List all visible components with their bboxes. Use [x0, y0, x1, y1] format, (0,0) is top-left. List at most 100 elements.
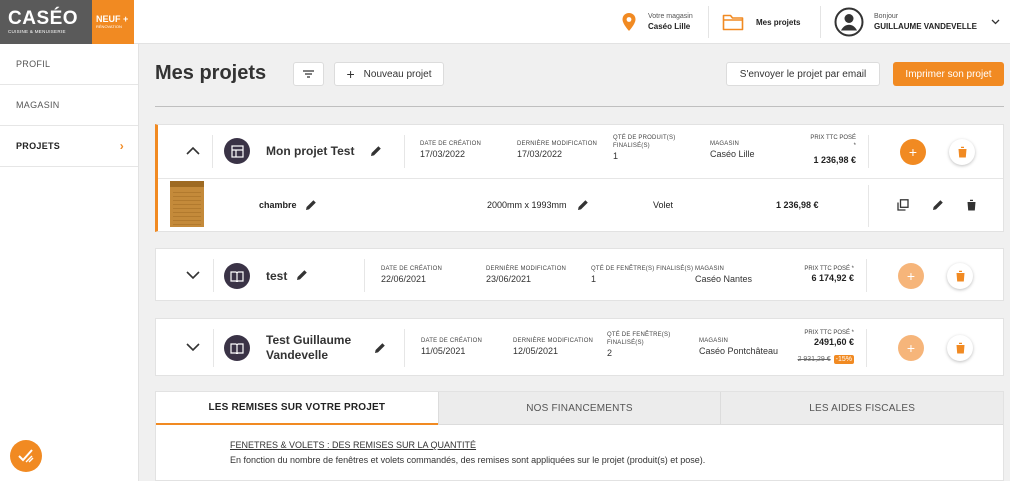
- divider: [866, 259, 867, 292]
- quantity-label: FINALISÉ(S): [613, 143, 650, 149]
- trash-icon: [955, 342, 965, 354]
- store-label: MAGASIN: [699, 338, 729, 344]
- store-label: MAGASIN: [710, 141, 740, 147]
- created-field: DATE DE CRÉATION 22/06/2021: [381, 265, 442, 285]
- product-thumbnail: [170, 181, 204, 227]
- my-projects-label: Mes projets: [756, 17, 801, 27]
- trash-icon: [957, 146, 967, 158]
- pencil-icon[interactable]: [374, 342, 386, 354]
- tab-content-text: En fonction du nombre de fenêtres et vol…: [230, 455, 706, 465]
- modified-field: DERNIÈRE MODIFICATION 23/06/2021: [486, 265, 566, 285]
- filter-button[interactable]: [293, 62, 324, 86]
- quantity-value: 1: [613, 151, 619, 161]
- folder-icon: [722, 14, 744, 31]
- tab-financements[interactable]: NOS FINANCEMENTS: [437, 392, 721, 425]
- project-type-badge: [224, 335, 250, 361]
- store-field: MAGASIN Caséo Lille: [710, 140, 755, 160]
- chevron-down-icon[interactable]: [186, 343, 200, 352]
- store-selector[interactable]: Votre magasin Caséo Lille: [622, 0, 693, 44]
- divider: [364, 259, 365, 292]
- chevron-down-icon[interactable]: [186, 271, 200, 280]
- sidebar-item-label: PROJETS: [16, 141, 61, 151]
- my-projects-link[interactable]: Mes projets: [722, 0, 800, 44]
- new-project-label: Nouveau projet: [363, 68, 432, 80]
- quantity-value: 1: [591, 274, 597, 284]
- price-value: 6 174,92 €: [811, 273, 854, 283]
- quantity-field: QTÉ DE FENÊTRE(S) FINALISÉ(S) 1: [591, 265, 693, 285]
- project-name: Test Guillaume Vandevelle: [266, 333, 351, 363]
- delete-project-button[interactable]: [947, 263, 973, 289]
- quantity-label: QTÉ DE FENÊTRE(S) FINALISÉ(S): [591, 266, 694, 272]
- quantity-label: QTÉ DE FENÊTRE(S): [607, 332, 671, 338]
- pencil-icon[interactable]: [296, 269, 308, 281]
- delete-project-button[interactable]: [947, 335, 973, 361]
- tab-content: FENETRES & VOLETS : DES REMISES SUR LA Q…: [156, 425, 1003, 465]
- book-icon: [230, 271, 244, 282]
- user-avatar-icon: [834, 7, 864, 37]
- price-value: 1 236,98 €: [813, 155, 856, 165]
- project-header-row: test DATE DE CRÉATION 22/06/2021 DERNIÈR…: [156, 249, 1003, 302]
- logo-badge: NEUF + RÉNOVATION: [92, 0, 134, 44]
- caseo-logo[interactable]: CASÉO CUISINE & MENUISERIE NEUF + RÉNOVA…: [0, 0, 134, 44]
- delete-project-button[interactable]: [949, 139, 975, 165]
- modified-value: 12/05/2021: [513, 346, 559, 356]
- product-type: Volet: [653, 200, 674, 210]
- sidebar: PROFIL MAGASIN PROJETS ›: [0, 44, 139, 481]
- project-card: test DATE DE CRÉATION 22/06/2021 DERNIÈR…: [155, 248, 1004, 301]
- tab-content-title: FENETRES & VOLETS : DES REMISES SUR LA Q…: [230, 440, 477, 450]
- new-project-button[interactable]: + Nouveau projet: [334, 62, 444, 86]
- modified-field: DERNIÈRE MODIFICATION 17/03/2022: [517, 140, 597, 160]
- sidebar-item-label: PROFIL: [16, 59, 51, 69]
- pencil-icon[interactable]: [577, 199, 589, 211]
- add-product-button[interactable]: +: [898, 263, 924, 289]
- price-field: PRIX TTC POSÉ * 2491,60 € 2 931,29 € -15%: [770, 329, 854, 366]
- tab-aides-fiscales[interactable]: LES AIDES FISCALES: [720, 392, 1004, 425]
- check-icon: [18, 449, 34, 463]
- pencil-icon[interactable]: [370, 145, 382, 157]
- plus-icon: +: [906, 268, 916, 284]
- store-value: Caséo Nantes: [695, 274, 753, 284]
- chevron-up-icon[interactable]: [186, 146, 200, 155]
- print-project-button[interactable]: Imprimer son projet: [893, 62, 1004, 86]
- sidebar-item-magasin[interactable]: MAGASIN: [0, 85, 138, 126]
- header-divider: [708, 6, 709, 38]
- trash-icon[interactable]: [966, 199, 977, 211]
- copy-icon[interactable]: [897, 199, 909, 211]
- divider: [158, 178, 1003, 179]
- user-name: GUILLAUME VANDEVELLE: [874, 22, 977, 31]
- add-product-button[interactable]: +: [898, 335, 924, 361]
- plan-icon: [230, 144, 244, 158]
- tab-remises[interactable]: LES REMISES SUR VOTRE PROJET: [156, 392, 438, 425]
- plus-icon: +: [908, 144, 918, 160]
- store-value: Caséo Pontchâteau: [699, 346, 779, 356]
- store-value: Caséo Lille: [648, 22, 691, 31]
- greeting: Bonjour: [874, 13, 899, 20]
- divider: [155, 106, 1004, 107]
- project-header-row: Test Guillaume Vandevelle DATE DE CRÉATI…: [156, 319, 1003, 377]
- help-fab-button[interactable]: [10, 440, 42, 472]
- logo-subtitle: CUISINE & MENUISERIE: [8, 29, 66, 34]
- quantity-field: QTÉ DE FENÊTRE(S) FINALISÉ(S) 2: [607, 331, 670, 359]
- pencil-icon[interactable]: [932, 199, 944, 211]
- sidebar-item-projets[interactable]: PROJETS ›: [0, 126, 138, 167]
- user-menu[interactable]: Bonjour GUILLAUME VANDEVELLE: [834, 0, 1000, 44]
- divider: [868, 135, 869, 168]
- project-type-badge: [224, 138, 250, 164]
- pencil-icon[interactable]: [305, 199, 317, 211]
- location-pin-icon: [622, 13, 636, 31]
- info-tabs: LES REMISES SUR VOTRE PROJET NOS FINANCE…: [155, 391, 1004, 481]
- project-card: Test Guillaume Vandevelle DATE DE CRÉATI…: [155, 318, 1004, 376]
- created-label: DATE DE CRÉATION: [420, 141, 481, 147]
- created-field: DATE DE CRÉATION 17/03/2022: [420, 140, 481, 160]
- add-product-button[interactable]: +: [900, 139, 926, 165]
- chevron-right-icon: ›: [119, 139, 124, 153]
- sidebar-item-profil[interactable]: PROFIL: [0, 44, 138, 85]
- store-field: MAGASIN Caséo Nantes: [695, 265, 752, 285]
- plus-icon: +: [906, 340, 916, 356]
- email-project-button[interactable]: S'envoyer le projet par email: [726, 62, 880, 86]
- project-type-badge: [224, 263, 250, 289]
- product-dimensions: 2000mm x 1993mm: [487, 200, 567, 210]
- quantity-label: FINALISÉ(S): [607, 340, 644, 346]
- price-field: PRIX TTC POSÉ * 1 236,98 €: [772, 134, 856, 165]
- modified-value: 17/03/2022: [517, 149, 563, 159]
